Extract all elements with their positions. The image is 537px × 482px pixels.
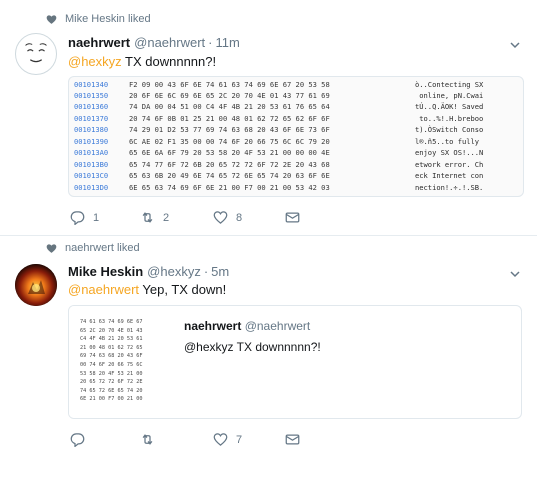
heart-outline-icon (213, 211, 228, 224)
heart-icon (46, 14, 57, 25)
retweet-icon (142, 434, 153, 445)
tweet-header: naehrwert @naehrwert · 11m (68, 35, 240, 50)
reply-button[interactable]: 1 (70, 210, 99, 225)
retweet-count: 2 (163, 211, 170, 224)
tweet-text: @naehrwert Yep, TX down! (68, 282, 226, 297)
like-count: 8 (236, 211, 243, 224)
separator-dot: · (203, 264, 209, 279)
thumb-hex-line: 53 58 20 4F 53 21 00 (80, 370, 143, 377)
hexdump-image[interactable]: 00101340 F2 09 00 43 6F 6E 74 61 63 74 69… (68, 76, 524, 197)
tweet-header: Mike Heskin @hexkyz · 5m (68, 264, 229, 279)
quote-text: @hexkyz TX downnnnn?! (184, 340, 321, 354)
liked-context: Mike Heskin liked (46, 13, 151, 25)
author-name[interactable]: naehrwert (68, 35, 130, 50)
liked-context: naehrwert liked (46, 242, 140, 254)
chevron-down-icon[interactable] (509, 38, 521, 50)
hex-row: 001013A0 65 6E 6A 6F 79 20 53 58 20 4F 53… (74, 148, 484, 157)
retweet-button[interactable] (140, 432, 163, 447)
hex-row: 00101340 F2 09 00 43 6F 6E 74 61 63 74 69… (74, 80, 484, 89)
avatar[interactable] (15, 264, 57, 306)
quote-header: naehrwert @naehrwert (184, 319, 310, 333)
hex-row: 001013C0 65 63 6B 20 49 6E 74 65 72 6E 65… (74, 171, 484, 180)
quote-thumbnail[interactable]: 74 61 63 74 69 6E 67 65 2C 20 70 4E 01 4… (69, 306, 172, 418)
author-name[interactable]: Mike Heskin (68, 264, 143, 279)
hex-row: 00101350 20 6F 6E 6C 69 6E 65 2C 20 70 4E… (74, 91, 484, 100)
thumb-hex-line: 74 65 72 6E 65 74 20 (80, 387, 143, 394)
quoted-tweet[interactable]: 74 61 63 74 69 6E 67 65 2C 20 70 4E 01 4… (68, 305, 522, 419)
reply-icon (70, 211, 85, 225)
chevron-down-icon[interactable] (509, 267, 521, 279)
tweet-2[interactable]: naehrwert liked Mike Heskin @hexkyz · 5m (0, 237, 537, 482)
thumb-hex-line: 65 2C 20 70 4E 01 43 (80, 327, 143, 334)
thumb-hex-line: 20 65 72 72 6F 72 2E (80, 379, 143, 386)
like-count: 7 (236, 433, 243, 446)
tweet-1[interactable]: Mike Heskin liked naehrwert @naehrwert ·… (0, 0, 537, 236)
reply-count: 1 (93, 211, 100, 224)
separator-dot: · (208, 35, 213, 50)
author-handle[interactable]: @hexkyz (147, 264, 201, 279)
quote-author-name: naehrwert (184, 319, 242, 333)
tweet-body: Yep, TX down! (139, 282, 227, 297)
timestamp[interactable]: 11m (216, 35, 240, 50)
hex-row: 001013D0 6E 65 63 74 69 6F 6E 21 00 F7 00… (74, 183, 484, 192)
envelope-icon (285, 434, 300, 445)
hex-row: 00101370 20 74 6F 0B 01 25 21 00 48 01 62… (74, 114, 484, 123)
mention-link[interactable]: @hexkyz (68, 54, 122, 69)
thumb-hex-line: 74 61 63 74 69 6E 67 (80, 319, 143, 325)
thumb-hex-line: 21 00 48 01 62 72 65 (80, 344, 143, 351)
heart-outline-icon (213, 433, 228, 446)
reply-icon (70, 433, 85, 447)
heart-icon (46, 243, 57, 254)
retweet-icon (142, 212, 153, 223)
thumb-hex-line: 00 74 6F 20 66 75 6C (80, 362, 143, 368)
thumb-hex-line: 69 74 63 68 20 43 6F (80, 353, 143, 360)
quote-author-handle: @naehrwert (244, 319, 311, 333)
avatar[interactable] (15, 33, 57, 75)
envelope-icon (285, 212, 300, 223)
hex-row: 00101360 74 DA 00 04 51 00 C4 4F 4B 21 20… (74, 102, 484, 111)
author-handle[interactable]: @naehrwert (134, 35, 205, 50)
thumb-hex-line: C4 4F 4B 21 20 53 61 (80, 336, 143, 343)
retweet-button[interactable]: 2 (140, 210, 169, 225)
tweet-body: TX downnnnn?! (121, 54, 217, 69)
mention-link[interactable]: @naehrwert (68, 282, 139, 297)
hex-row: 00101380 74 29 01 D2 53 77 69 74 63 68 20… (74, 125, 484, 134)
message-button[interactable] (285, 210, 300, 225)
thumb-hex-line: 6E 21 00 F7 00 21 00 (80, 396, 143, 403)
liked-by-text: naehrwert liked (65, 242, 140, 254)
tweet-text: @hexkyz TX downnnnn?! (68, 54, 216, 69)
hex-row: 001013B0 65 74 77 6F 72 6B 20 65 72 72 6F… (74, 160, 484, 169)
hex-row: 00101390 6C AE 02 F1 35 00 00 74 6F 20 66… (74, 137, 484, 146)
timestamp[interactable]: 5m (211, 264, 229, 279)
like-button[interactable]: 8 (213, 210, 242, 225)
like-button[interactable]: 7 (213, 432, 242, 447)
liked-by-text: Mike Heskin liked (65, 13, 151, 25)
reply-button[interactable] (70, 432, 93, 447)
message-button[interactable] (285, 432, 300, 447)
